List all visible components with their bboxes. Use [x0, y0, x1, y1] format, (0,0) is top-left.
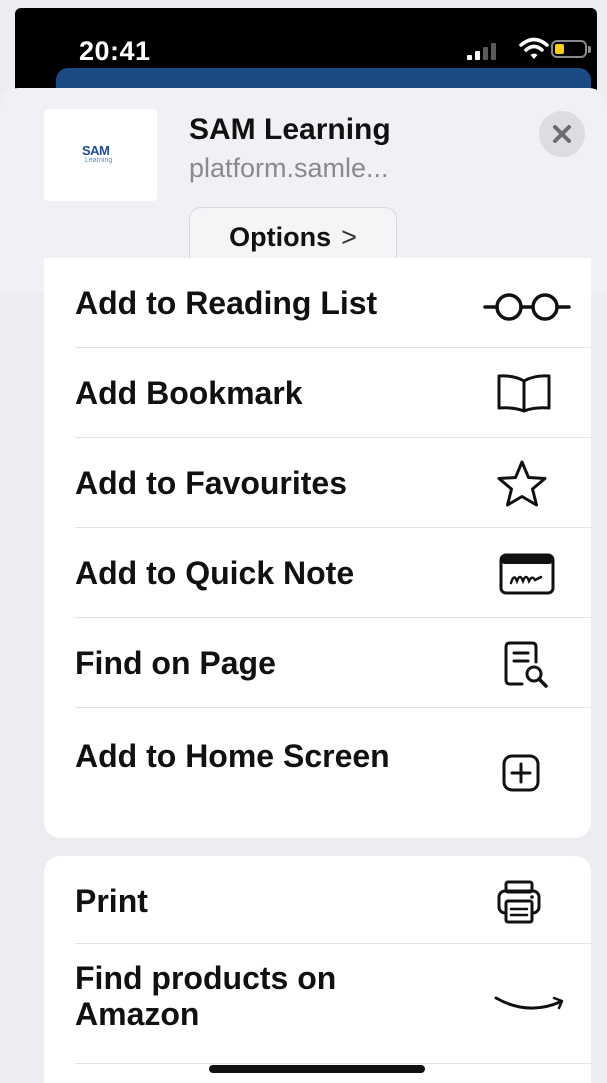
options-label: Options [229, 221, 332, 252]
chevron-right-icon: > [341, 221, 357, 252]
wifi-icon [519, 37, 549, 59]
menu-item-label: Find on Page [75, 645, 276, 681]
battery-icon [551, 40, 591, 58]
find-on-page-icon [504, 641, 548, 688]
close-icon [553, 125, 571, 143]
site-thumbnail: SAM Learning [44, 109, 157, 201]
site-title: SAM Learning [189, 113, 391, 146]
amazon-smile-icon [494, 996, 564, 1010]
status-icons [467, 36, 597, 64]
menu-item-label: Add Bookmark [75, 375, 303, 411]
signal-icon [467, 40, 507, 60]
menu-item-label: Add to Reading List [75, 285, 378, 321]
menu-item-find-products-on-amazon[interactable]: Find products on Amazon [44, 944, 591, 1064]
close-button[interactable] [539, 111, 585, 157]
menu-item-add-to-quick-note[interactable]: Add to Quick Note [44, 528, 591, 618]
sheet-background [0, 293, 44, 1083]
star-icon [497, 460, 547, 507]
action-group-secondary: Print Find products on Amazon [44, 856, 591, 1083]
menu-item-find-on-page[interactable]: Find on Page [44, 618, 591, 708]
menu-item-print[interactable]: Print [44, 856, 591, 944]
menu-item-label: Add to Home Screen [75, 738, 390, 774]
printer-icon [497, 880, 541, 924]
menu-item-add-to-favourites[interactable]: Add to Favourites [44, 438, 591, 528]
action-group-primary: Add to Reading List Add Bookmark Add to … [44, 258, 591, 838]
home-indicator[interactable] [209, 1065, 425, 1073]
menu-item-add-to-home-screen[interactable]: Add to Home Screen [44, 708, 591, 838]
status-time: 20:41 [79, 36, 151, 66]
site-logo: SAM [82, 143, 110, 158]
menu-item-label: Add to Favourites [75, 465, 348, 501]
menu-item-add-to-reading-list[interactable]: Add to Reading List [44, 258, 591, 348]
menu-item-add-bookmark[interactable]: Add Bookmark [44, 348, 591, 438]
site-logo-subtitle: Learning [85, 157, 113, 164]
plus-square-icon [502, 754, 540, 792]
quick-note-icon [499, 553, 555, 595]
glasses-icon [483, 293, 571, 321]
book-icon [497, 374, 551, 413]
menu-item-label: Find products on Amazon [75, 960, 337, 1032]
menu-item-label: Add to Quick Note [75, 555, 355, 591]
site-url: platform.samle... [189, 153, 389, 183]
menu-item-label: Print [75, 883, 148, 919]
